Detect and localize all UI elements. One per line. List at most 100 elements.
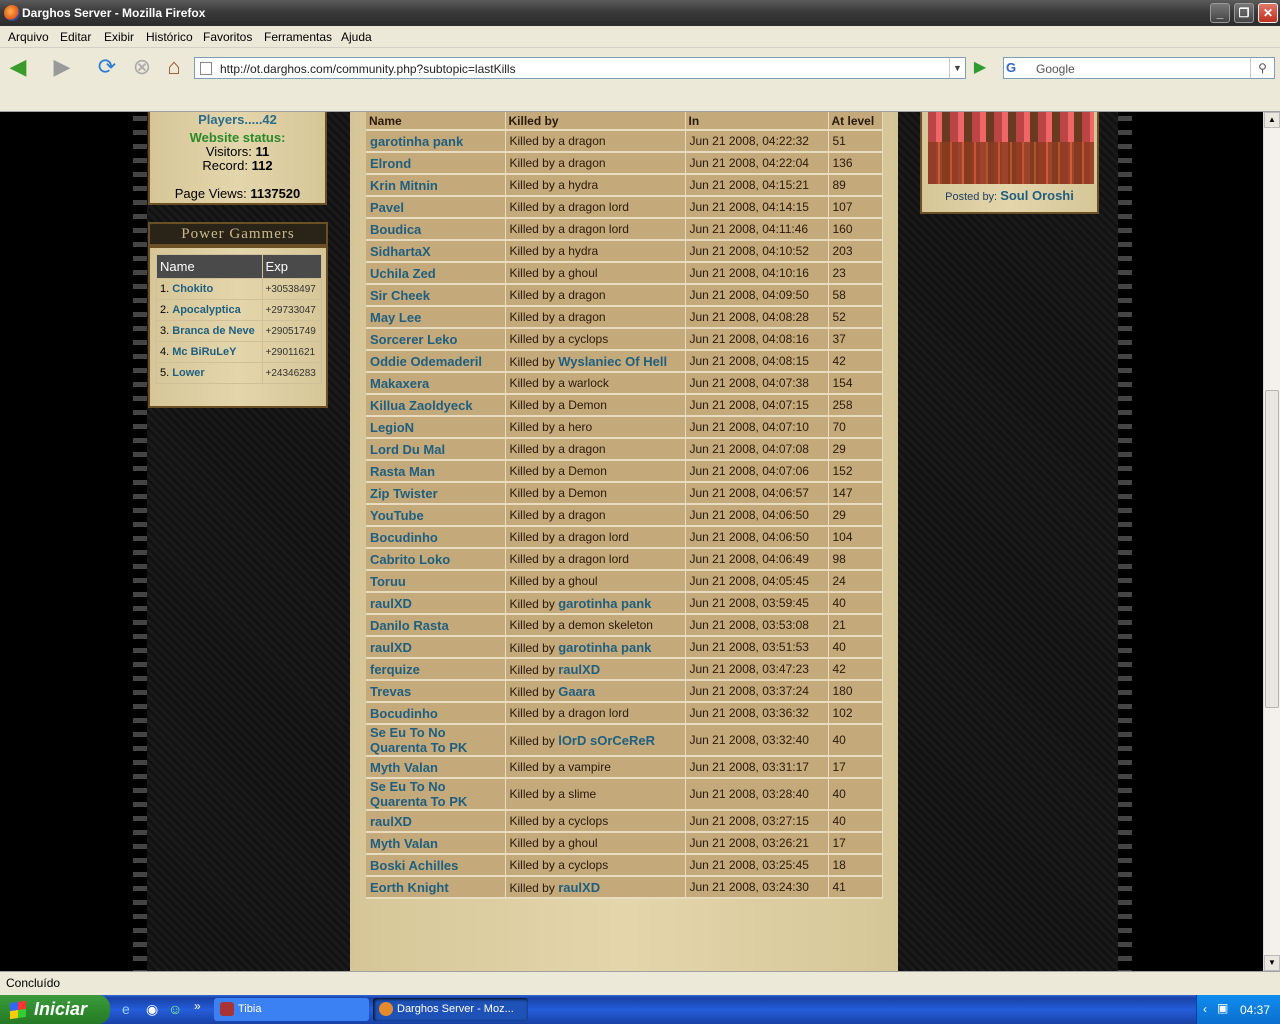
killer-player-link[interactable]: Wyslaniec Of Hell bbox=[558, 354, 667, 369]
status-bar: Concluído bbox=[0, 971, 1280, 995]
victim-player-link[interactable]: Bocudinho bbox=[366, 526, 506, 549]
players-online[interactable]: Players.....42 bbox=[150, 112, 325, 127]
victim-player-link[interactable]: garotinha pank bbox=[366, 130, 506, 153]
victim-player-link[interactable]: Sir Cheek bbox=[366, 284, 506, 307]
killer-player-link[interactable]: lOrD sOrCeReR bbox=[558, 733, 655, 748]
scroll-thumb[interactable] bbox=[1265, 390, 1279, 708]
address-bar[interactable]: http://ot.darghos.com/community.php?subt… bbox=[194, 57, 966, 79]
kill-row: Elrond Killed by a dragon Jun 21 2008, 04:… bbox=[366, 152, 883, 175]
victim-player-link[interactable]: YouTube bbox=[366, 504, 506, 527]
menu-ferramentas[interactable]: Ferramentas bbox=[264, 30, 332, 44]
victim-player-link[interactable]: Se Eu To No Quarenta To PK bbox=[366, 778, 506, 811]
victim-player-link[interactable]: Killua Zaoldyeck bbox=[366, 394, 506, 417]
killer-player-link[interactable]: raulXD bbox=[558, 880, 600, 895]
killed-by-cell: Killed by a dragon bbox=[505, 284, 686, 307]
killed-by-cell: Killed by a ghoul bbox=[505, 262, 686, 285]
network-icon[interactable]: ▣ bbox=[1217, 1001, 1228, 1015]
menu-editar[interactable]: Editar bbox=[60, 30, 91, 44]
kill-row: Bocudinho Killed by a dragon lord Jun 21 2… bbox=[366, 526, 883, 549]
menu-exibir[interactable]: Exibir bbox=[104, 30, 134, 44]
pg-player-link[interactable]: Chokito bbox=[172, 283, 213, 295]
kill-level-cell: 29 bbox=[828, 438, 883, 461]
kill-date-cell: Jun 21 2008, 04:08:15 bbox=[685, 350, 829, 373]
victim-player-link[interactable]: LegioN bbox=[366, 416, 506, 439]
media-player-icon[interactable]: ◉ bbox=[146, 1001, 158, 1018]
search-icon[interactable]: ⚲ bbox=[1250, 58, 1274, 78]
stop-icon[interactable]: ⊗ bbox=[128, 53, 156, 81]
victim-player-link[interactable]: Toruu bbox=[366, 570, 506, 593]
go-icon[interactable]: ▶ bbox=[970, 58, 990, 78]
killer-player-link[interactable]: garotinha pank bbox=[558, 596, 651, 611]
back-arrow-icon[interactable]: ◀ bbox=[4, 53, 32, 81]
start-button[interactable]: Iniciar bbox=[0, 995, 110, 1024]
taskbar-item-firefox[interactable]: Darghos Server - Moz... bbox=[373, 998, 528, 1021]
scroll-up-icon[interactable]: ▲ bbox=[1264, 112, 1280, 128]
victim-player-link[interactable]: Uchila Zed bbox=[366, 262, 506, 285]
victim-player-link[interactable]: ferquize bbox=[366, 658, 506, 681]
pg-player-link[interactable]: Branca de Neve bbox=[172, 325, 255, 337]
window-titlebar[interactable]: Darghos Server - Mozilla Firefox _ ❐ ✕ bbox=[0, 0, 1280, 26]
victim-player-link[interactable]: Oddie Odemaderil bbox=[366, 350, 506, 373]
close-button[interactable]: ✕ bbox=[1258, 3, 1278, 23]
main-content: Name Killed by In At level garotinha pan… bbox=[350, 112, 898, 971]
reload-icon[interactable]: ⟳ bbox=[93, 53, 121, 81]
victim-player-link[interactable]: Eorth Knight bbox=[366, 876, 506, 899]
taskbar-item-tibia[interactable]: Tibia bbox=[214, 998, 369, 1021]
quicklaunch-more-icon[interactable]: » bbox=[194, 999, 201, 1013]
victim-player-link[interactable]: Boski Achilles bbox=[366, 854, 506, 877]
killer-player-link[interactable]: garotinha pank bbox=[558, 640, 651, 655]
home-icon[interactable]: ⌂ bbox=[160, 53, 188, 81]
victim-player-link[interactable]: raulXD bbox=[366, 592, 506, 615]
victim-player-link[interactable]: Krin Mitnin bbox=[366, 174, 506, 197]
tray-arrow-icon[interactable]: ‹ bbox=[1203, 1002, 1207, 1016]
victim-player-link[interactable]: Myth Valan bbox=[366, 756, 506, 779]
killer-player-link[interactable]: raulXD bbox=[558, 662, 600, 677]
victim-player-link[interactable]: Myth Valan bbox=[366, 832, 506, 855]
killed-by-cell: Killed by a dragon bbox=[505, 306, 686, 329]
kill-level-cell: 41 bbox=[828, 876, 883, 899]
kill-row: Oddie Odemaderil Killed by Wyslaniec Of H… bbox=[366, 350, 883, 373]
victim-player-link[interactable]: Se Eu To No Quarenta To PK bbox=[366, 724, 506, 757]
victim-player-link[interactable]: raulXD bbox=[366, 810, 506, 833]
victim-player-link[interactable]: Lord Du Mal bbox=[366, 438, 506, 461]
victim-player-link[interactable]: Elrond bbox=[366, 152, 506, 175]
messenger-icon[interactable]: ☺ bbox=[168, 1001, 182, 1017]
victim-player-link[interactable]: Zip Twister bbox=[366, 482, 506, 505]
news-image[interactable] bbox=[928, 112, 1094, 184]
pg-player-link[interactable]: Apocalyptica bbox=[172, 304, 240, 316]
pg-player-link[interactable]: Lower bbox=[172, 367, 204, 379]
search-input[interactable]: G Google ⚲ bbox=[1003, 57, 1275, 79]
victim-player-link[interactable]: May Lee bbox=[366, 306, 506, 329]
kill-level-cell: 42 bbox=[828, 350, 883, 373]
menu-historico[interactable]: Histórico bbox=[146, 30, 193, 44]
menu-ajuda[interactable]: Ajuda bbox=[341, 30, 372, 44]
google-icon[interactable]: G bbox=[1006, 60, 1032, 76]
menu-favoritos[interactable]: Favoritos bbox=[203, 30, 252, 44]
victim-player-link[interactable]: Trevas bbox=[366, 680, 506, 703]
victim-player-link[interactable]: raulXD bbox=[366, 636, 506, 659]
victim-player-link[interactable]: SidhartaX bbox=[366, 240, 506, 263]
ie-icon[interactable]: e bbox=[122, 1001, 130, 1017]
menu-arquivo[interactable]: Arquivo bbox=[8, 30, 49, 44]
victim-player-link[interactable]: Bocudinho bbox=[366, 702, 506, 725]
victim-player-link[interactable]: Danilo Rasta bbox=[366, 614, 506, 637]
kill-date-cell: Jun 21 2008, 04:06:50 bbox=[685, 526, 829, 549]
victim-player-link[interactable]: Sorcerer Leko bbox=[366, 328, 506, 351]
kill-row: Rasta Man Killed by a Demon Jun 21 2008, 0… bbox=[366, 460, 883, 483]
kill-level-cell: 40 bbox=[828, 636, 883, 659]
maximize-button[interactable]: ❐ bbox=[1234, 3, 1254, 23]
vertical-scrollbar[interactable]: ▲ ▼ bbox=[1263, 112, 1280, 971]
forward-arrow-icon[interactable]: ▶ bbox=[48, 53, 76, 81]
victim-player-link[interactable]: Cabrito Loko bbox=[366, 548, 506, 571]
pg-player-link[interactable]: Mc BiRuLeY bbox=[172, 346, 236, 358]
chevron-down-icon[interactable]: ▼ bbox=[949, 58, 965, 78]
news-author-link[interactable]: Soul Oroshi bbox=[1000, 188, 1074, 203]
minimize-button[interactable]: _ bbox=[1210, 3, 1230, 23]
scroll-down-icon[interactable]: ▼ bbox=[1264, 955, 1280, 971]
victim-player-link[interactable]: Makaxera bbox=[366, 372, 506, 395]
victim-player-link[interactable]: Pavel bbox=[366, 196, 506, 219]
victim-player-link[interactable]: Rasta Man bbox=[366, 460, 506, 483]
victim-player-link[interactable]: Boudica bbox=[366, 218, 506, 241]
pg-header-exp: Exp bbox=[261, 254, 323, 279]
killer-player-link[interactable]: Gaara bbox=[558, 684, 595, 699]
